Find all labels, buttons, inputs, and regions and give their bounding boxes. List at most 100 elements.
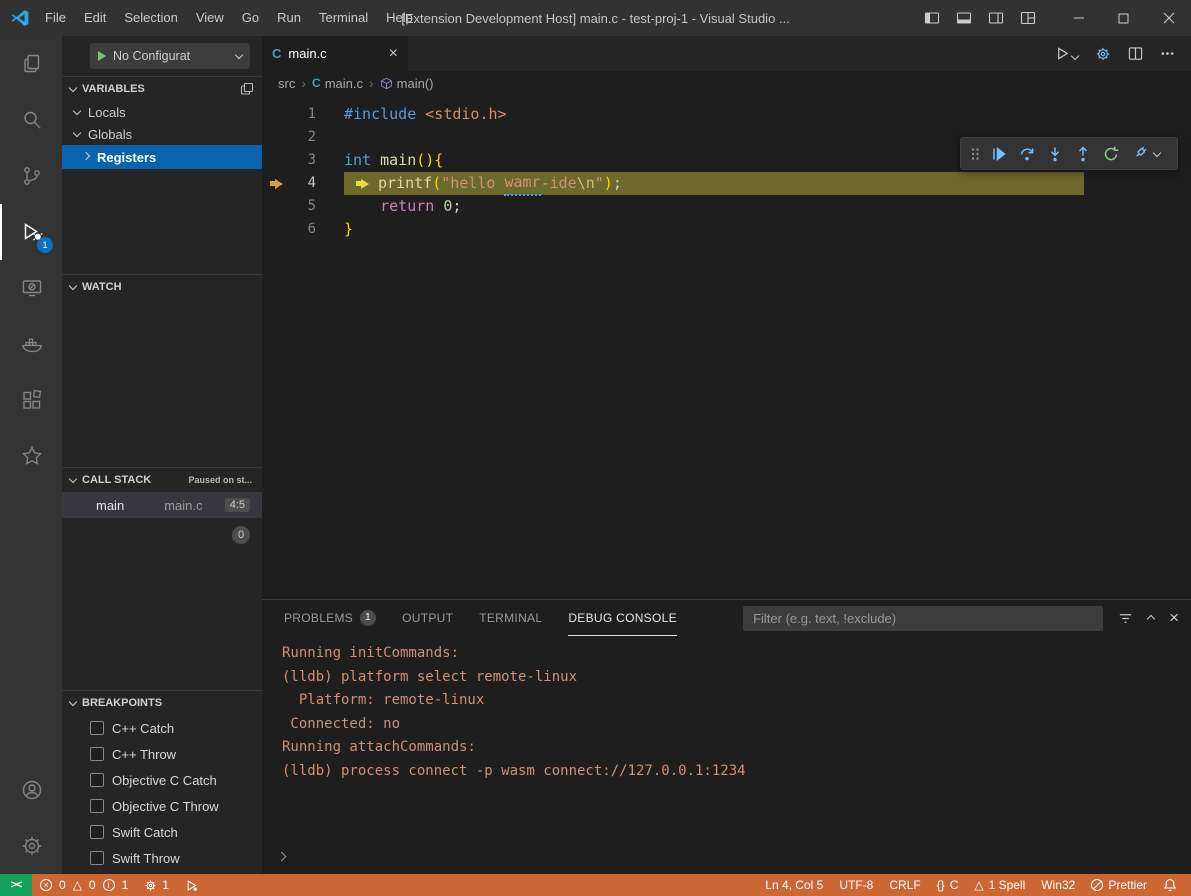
close-icon[interactable]: ×	[389, 46, 398, 62]
gear-indicator[interactable]: 1	[136, 874, 177, 896]
close-panel-icon[interactable]: ×	[1169, 610, 1179, 626]
tab-problems[interactable]: PROBLEMS 1	[284, 600, 376, 636]
tab-terminal[interactable]: TERMINAL	[479, 600, 542, 636]
activity-accounts[interactable]	[0, 762, 62, 818]
remote-indicator[interactable]: ><	[0, 874, 32, 896]
activity-star[interactable]	[0, 428, 62, 484]
breakpoint-swift-catch[interactable]: Swift Catch	[62, 819, 262, 845]
watch-header[interactable]: WATCH	[62, 275, 262, 299]
breakpoints-header[interactable]: BREAKPOINTS	[62, 691, 262, 715]
debug-gear-icon[interactable]	[1095, 46, 1111, 62]
breadcrumb-symbol[interactable]: main()	[380, 76, 434, 91]
activity-source-control[interactable]	[0, 148, 62, 204]
drag-grip-icon[interactable]	[966, 141, 984, 167]
eol-indicator[interactable]: CRLF	[881, 874, 928, 896]
breakpoint-gutter[interactable]	[262, 149, 292, 172]
editor-area: C main.c × src › Cmain.c › main()	[262, 36, 1191, 874]
split-editor-icon[interactable]	[1128, 46, 1143, 61]
activity-settings[interactable]	[0, 818, 62, 874]
breakpoint-gutter[interactable]	[262, 103, 292, 126]
breakpoint-gutter[interactable]	[262, 218, 292, 241]
breakpoint-swift-throw[interactable]: Swift Throw	[62, 845, 262, 871]
menu-go[interactable]: Go	[233, 0, 268, 36]
maximize-panel-icon[interactable]	[1147, 615, 1155, 623]
checkbox[interactable]	[90, 721, 104, 735]
run-file-button[interactable]	[1055, 46, 1078, 61]
checkbox[interactable]	[90, 773, 104, 787]
close-window-button[interactable]	[1146, 0, 1191, 36]
activity-extensions[interactable]	[0, 372, 62, 428]
language-mode[interactable]: {}C	[929, 874, 967, 896]
checkbox[interactable]	[90, 851, 104, 865]
breakpoint-objc-catch[interactable]: Objective C Catch	[62, 767, 262, 793]
toggle-sidebar-icon[interactable]	[924, 10, 940, 26]
debug-config-dropdown[interactable]: No Configurat	[90, 43, 250, 69]
activity-docker[interactable]	[0, 316, 62, 372]
toggle-secondary-sidebar-icon[interactable]	[988, 10, 1004, 26]
chevron-down-icon	[73, 129, 81, 137]
notifications-bell[interactable]	[1155, 874, 1185, 896]
step-into-button[interactable]	[1042, 141, 1068, 167]
remote-icon: ><	[11, 879, 22, 891]
paused-status: Paused on st...	[188, 475, 254, 485]
breakpoint-cpp-throw[interactable]: C++ Throw	[62, 741, 262, 767]
checkbox[interactable]	[90, 747, 104, 761]
maximize-button[interactable]	[1101, 0, 1146, 36]
chevron-down-icon[interactable]	[1153, 148, 1161, 156]
breakpoint-gutter[interactable]	[262, 195, 292, 218]
variables-locals[interactable]: Locals	[62, 101, 262, 123]
breadcrumb-folder[interactable]: src	[278, 76, 295, 91]
variables-header[interactable]: VARIABLES	[62, 77, 262, 101]
more-actions-icon[interactable]	[1160, 46, 1175, 61]
checkbox[interactable]	[90, 825, 104, 839]
debug-status[interactable]	[177, 874, 206, 896]
code-editor[interactable]: 1 #include <stdio.h> 2 3 int main(){	[262, 95, 1191, 599]
step-over-button[interactable]	[1014, 141, 1040, 167]
breakpoint-objc-throw[interactable]: Objective C Throw	[62, 793, 262, 819]
current-frame-gutter[interactable]	[262, 172, 292, 195]
activity-run-debug[interactable]: 1	[0, 204, 62, 260]
disconnect-button[interactable]	[1126, 141, 1152, 167]
call-stack-header[interactable]: CALL STACK Paused on st...	[62, 468, 262, 492]
tab-debug-console[interactable]: DEBUG CONSOLE	[568, 600, 677, 636]
spell-checker-status[interactable]: △1 Spell	[966, 874, 1033, 896]
menu-run[interactable]: Run	[268, 0, 310, 36]
toggle-panel-icon[interactable]	[956, 10, 972, 26]
tab-main-c[interactable]: C main.c ×	[262, 36, 408, 71]
stack-frame-row[interactable]: main main.c 4:5	[62, 492, 262, 518]
breakpoint-cpp-catch[interactable]: C++ Catch	[62, 715, 262, 741]
console-filter-input[interactable]	[751, 610, 1095, 627]
menu-selection[interactable]: Selection	[115, 0, 186, 36]
encoding-indicator[interactable]: UTF-8	[831, 874, 881, 896]
frame-name: main	[96, 498, 124, 513]
menu-file[interactable]: File	[36, 0, 75, 36]
step-out-button[interactable]	[1070, 141, 1096, 167]
breakpoint-gutter[interactable]	[262, 126, 292, 149]
activity-search[interactable]	[0, 92, 62, 148]
panel-actions: ×	[1118, 610, 1179, 626]
variables-globals[interactable]: Globals	[62, 123, 262, 145]
tab-output[interactable]: OUTPUT	[402, 600, 453, 636]
problems-status[interactable]: ×0 △0 i1	[32, 874, 136, 896]
menu-view[interactable]: View	[187, 0, 233, 36]
cursor-position[interactable]: Ln 4, Col 5	[757, 874, 831, 896]
console-line: Connected: no	[282, 713, 1191, 737]
menu-edit[interactable]: Edit	[75, 0, 115, 36]
minimize-button[interactable]	[1056, 0, 1101, 36]
copy-icon[interactable]	[240, 82, 254, 96]
restart-button[interactable]	[1098, 141, 1124, 167]
continue-button[interactable]	[986, 141, 1012, 167]
breadcrumb-file[interactable]: Cmain.c	[312, 76, 363, 91]
activity-remote-explorer[interactable]	[0, 260, 62, 316]
debug-console-output[interactable]: Running initCommands: (lldb) platform se…	[262, 636, 1191, 874]
formatter-status[interactable]: Prettier	[1083, 874, 1155, 896]
filter-icon[interactable]	[1118, 611, 1133, 626]
checkbox[interactable]	[90, 799, 104, 813]
customize-layout-icon[interactable]	[1020, 10, 1036, 26]
console-input-prompt[interactable]	[278, 850, 285, 866]
platform-indicator[interactable]: Win32	[1033, 874, 1083, 896]
menu-terminal[interactable]: Terminal	[310, 0, 377, 36]
variables-registers[interactable]: Registers	[62, 145, 262, 169]
activity-explorer[interactable]	[0, 36, 62, 92]
activity-bar: 1	[0, 36, 62, 874]
